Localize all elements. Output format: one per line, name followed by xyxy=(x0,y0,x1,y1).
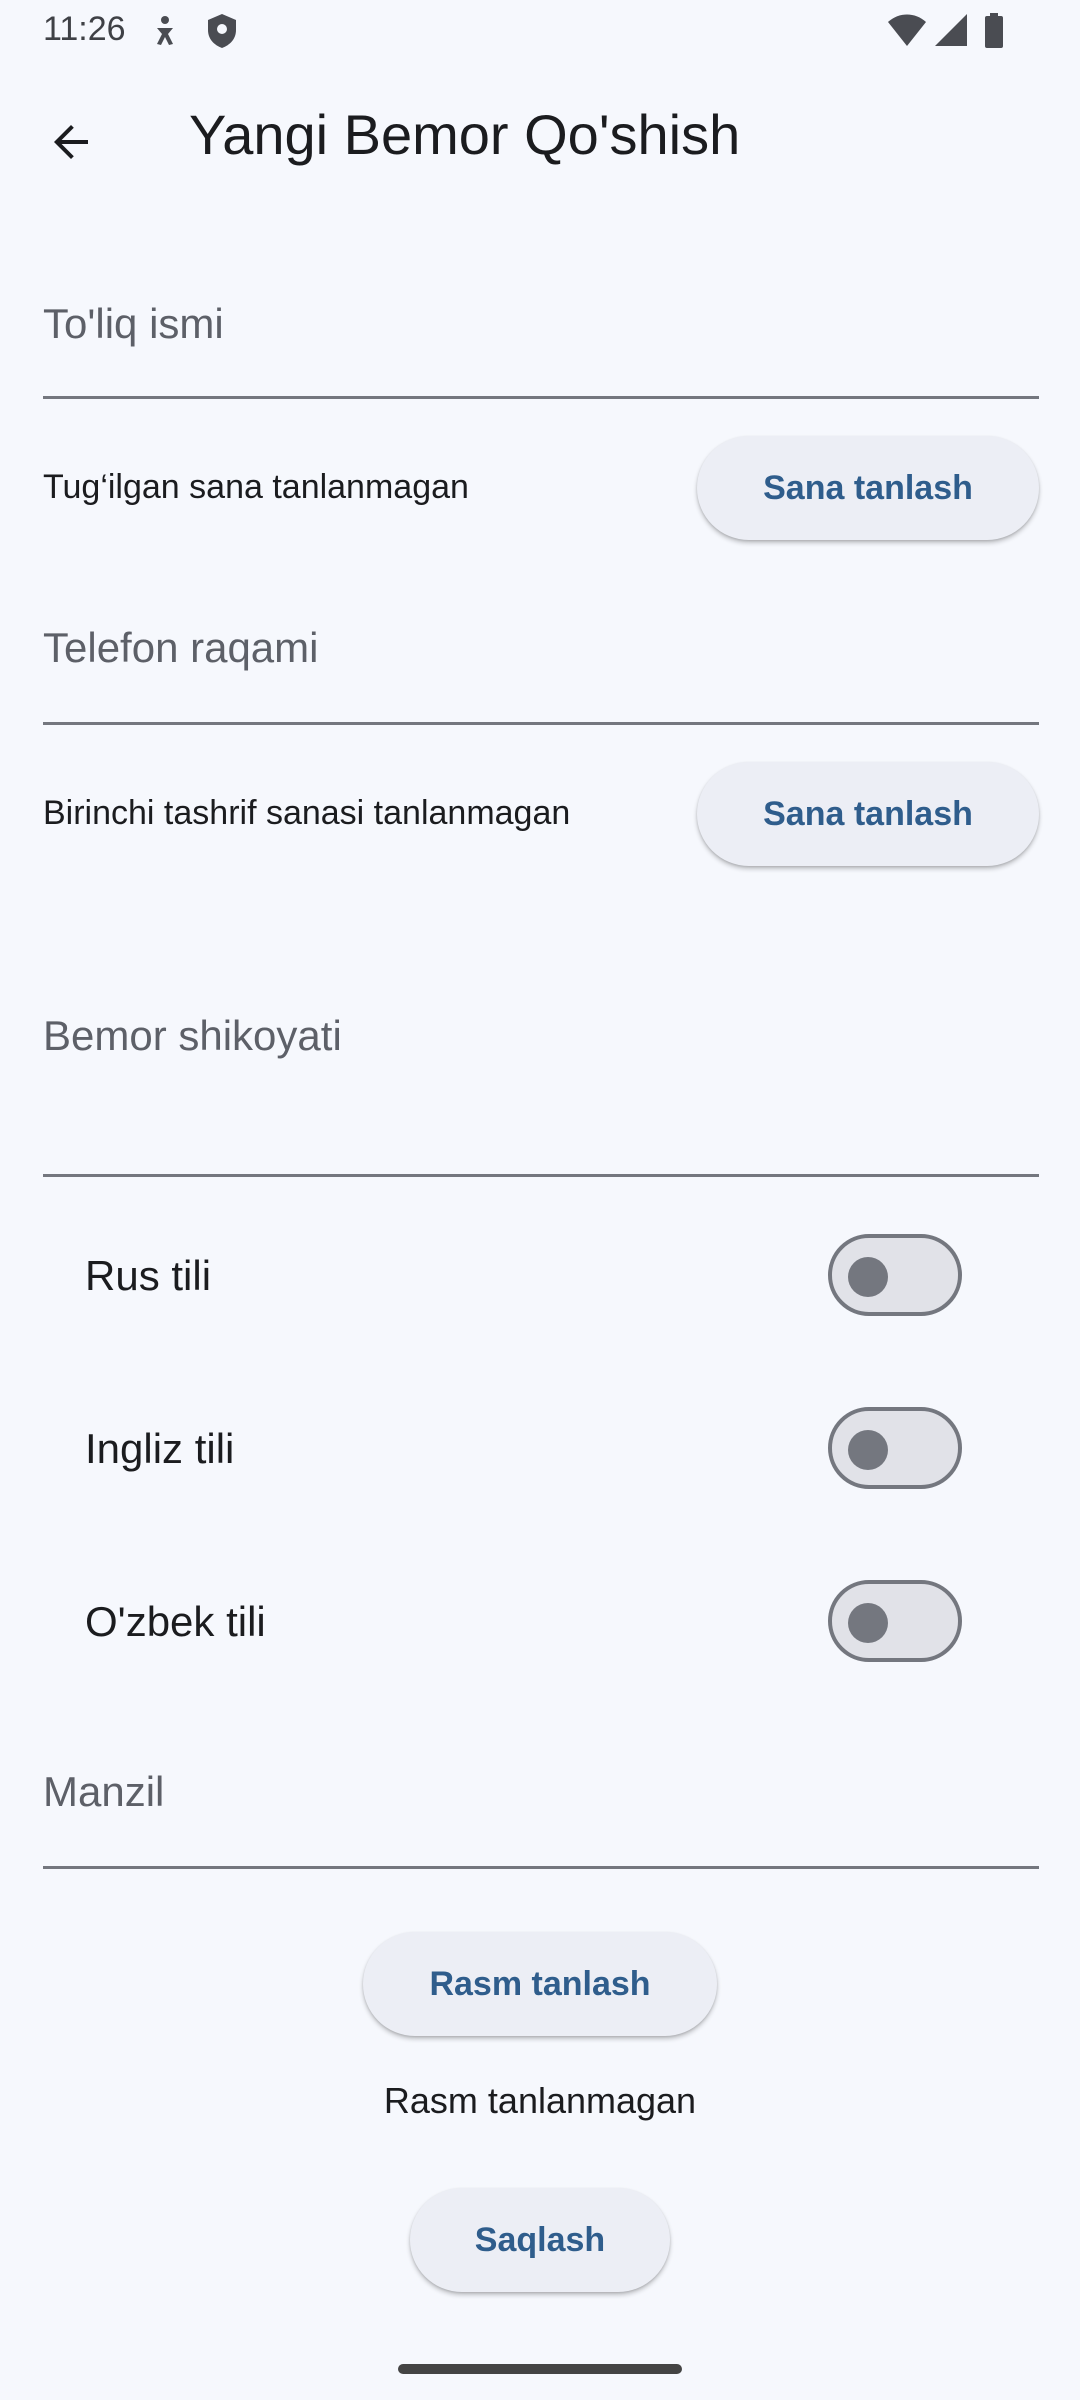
phone-number-label: Telefon raqami xyxy=(43,624,319,671)
complaint-label: Bemor shikoyati xyxy=(43,1012,342,1059)
app-bar: Yangi Bemor Qo'shish xyxy=(0,62,1080,212)
first-visit-select-button[interactable]: Sana tanlash xyxy=(697,762,1039,866)
address-label: Manzil xyxy=(43,1768,165,1815)
status-time: 11:26 xyxy=(43,10,126,48)
full-name-label: To'liq ismi xyxy=(43,300,224,347)
switch-row-russian[interactable]: Rus tili xyxy=(0,1216,1080,1336)
full-name-field[interactable]: To'liq ismi xyxy=(43,280,1039,399)
russian-toggle[interactable] xyxy=(828,1234,962,1316)
switch-row-english[interactable]: Ingliz tili xyxy=(0,1389,1080,1509)
battery-icon xyxy=(983,12,1005,55)
english-toggle[interactable] xyxy=(828,1407,962,1489)
complaint-field[interactable]: Bemor shikoyati xyxy=(43,960,1039,1177)
shield-icon xyxy=(205,12,239,55)
home-indicator[interactable] xyxy=(398,2364,682,2374)
save-button[interactable]: Saqlash xyxy=(410,2188,670,2292)
toggle-thumb xyxy=(848,1603,888,1643)
image-status: Rasm tanlanmagan xyxy=(383,2080,697,2121)
arrow-back-icon xyxy=(54,125,88,159)
page-title: Yangi Bemor Qo'shish xyxy=(189,103,741,166)
toggle-thumb xyxy=(848,1430,888,1470)
cellular-signal-icon xyxy=(933,12,969,53)
select-image-button[interactable]: Rasm tanlash xyxy=(363,1932,717,2036)
accessibility-icon xyxy=(152,12,178,53)
switch-label-english: Ingliz tili xyxy=(85,1425,235,1472)
wifi-icon xyxy=(887,12,927,53)
status-bar: 11:26 xyxy=(0,0,1080,62)
switch-row-uzbek[interactable]: O'zbek tili xyxy=(0,1562,1080,1682)
address-field[interactable]: Manzil xyxy=(43,1748,1039,1869)
switch-label-russian: Rus tili xyxy=(85,1252,212,1299)
phone-number-field[interactable]: Telefon raqami xyxy=(43,606,1039,725)
first-visit-status: Birinchi tashrif sanasi tanlanmagan xyxy=(43,794,571,832)
birth-date-select-button[interactable]: Sana tanlash xyxy=(697,436,1039,540)
add-patient-screen: 11:26 Yangi Bemor Qo'shish To'liq ismi T… xyxy=(0,0,1080,2400)
birth-date-status: Tug‘ilgan sana tanlanmagan xyxy=(43,468,469,506)
uzbek-toggle[interactable] xyxy=(828,1580,962,1662)
back-button[interactable] xyxy=(30,100,114,184)
toggle-thumb xyxy=(848,1257,888,1297)
switch-label-uzbek: O'zbek tili xyxy=(85,1598,266,1645)
